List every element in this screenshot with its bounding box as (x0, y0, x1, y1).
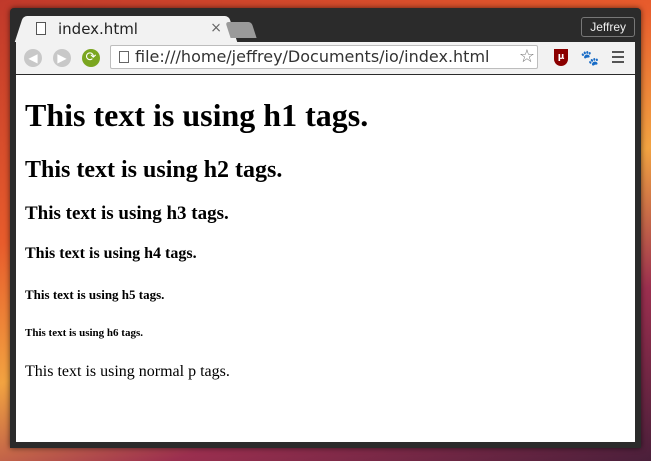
tab-title: index.html (58, 20, 138, 38)
ublock-extension-icon[interactable]: μ (554, 49, 568, 66)
extension-icon[interactable]: 🐾 (580, 49, 600, 67)
heading-h1: This text is using h1 tags. (25, 97, 369, 133)
menu-icon[interactable] (612, 51, 624, 63)
page-content: This text is using h1 tags. This text is… (16, 75, 635, 442)
tab-close-icon[interactable]: × (210, 20, 222, 36)
page-icon (119, 51, 129, 63)
heading-h2: This text is using h2 tags. (25, 157, 283, 183)
file-icon (36, 22, 46, 35)
title-bar: index.html × Jeffrey (10, 8, 641, 42)
heading-h3: This text is using h3 tags. (25, 203, 229, 224)
bookmark-star-icon[interactable]: ☆ (519, 46, 535, 67)
tab-index[interactable]: index.html × (26, 16, 226, 42)
new-tab-button[interactable] (225, 22, 257, 38)
url-text[interactable]: file:///home/jeffrey/Documents/io/index.… (135, 47, 489, 66)
address-bar[interactable]: file:///home/jeffrey/Documents/io/index.… (110, 45, 538, 69)
heading-h5: This text is using h5 tags. (25, 287, 165, 302)
toolbar: ◀ ▶ ⟳ file:///home/jeffrey/Documents/io/… (16, 42, 635, 74)
browser-window: index.html × Jeffrey ◀ ▶ ⟳ file:///home/… (10, 8, 641, 448)
forward-button[interactable]: ▶ (53, 49, 71, 67)
heading-h4: This text is using h4 tags. (25, 245, 197, 262)
reload-button[interactable]: ⟳ (82, 49, 100, 67)
profile-button[interactable]: Jeffrey (581, 17, 635, 37)
heading-h6: This text is using h6 tags. (25, 327, 143, 339)
paragraph: This text is using normal p tags. (25, 363, 230, 380)
back-button[interactable]: ◀ (24, 49, 42, 67)
